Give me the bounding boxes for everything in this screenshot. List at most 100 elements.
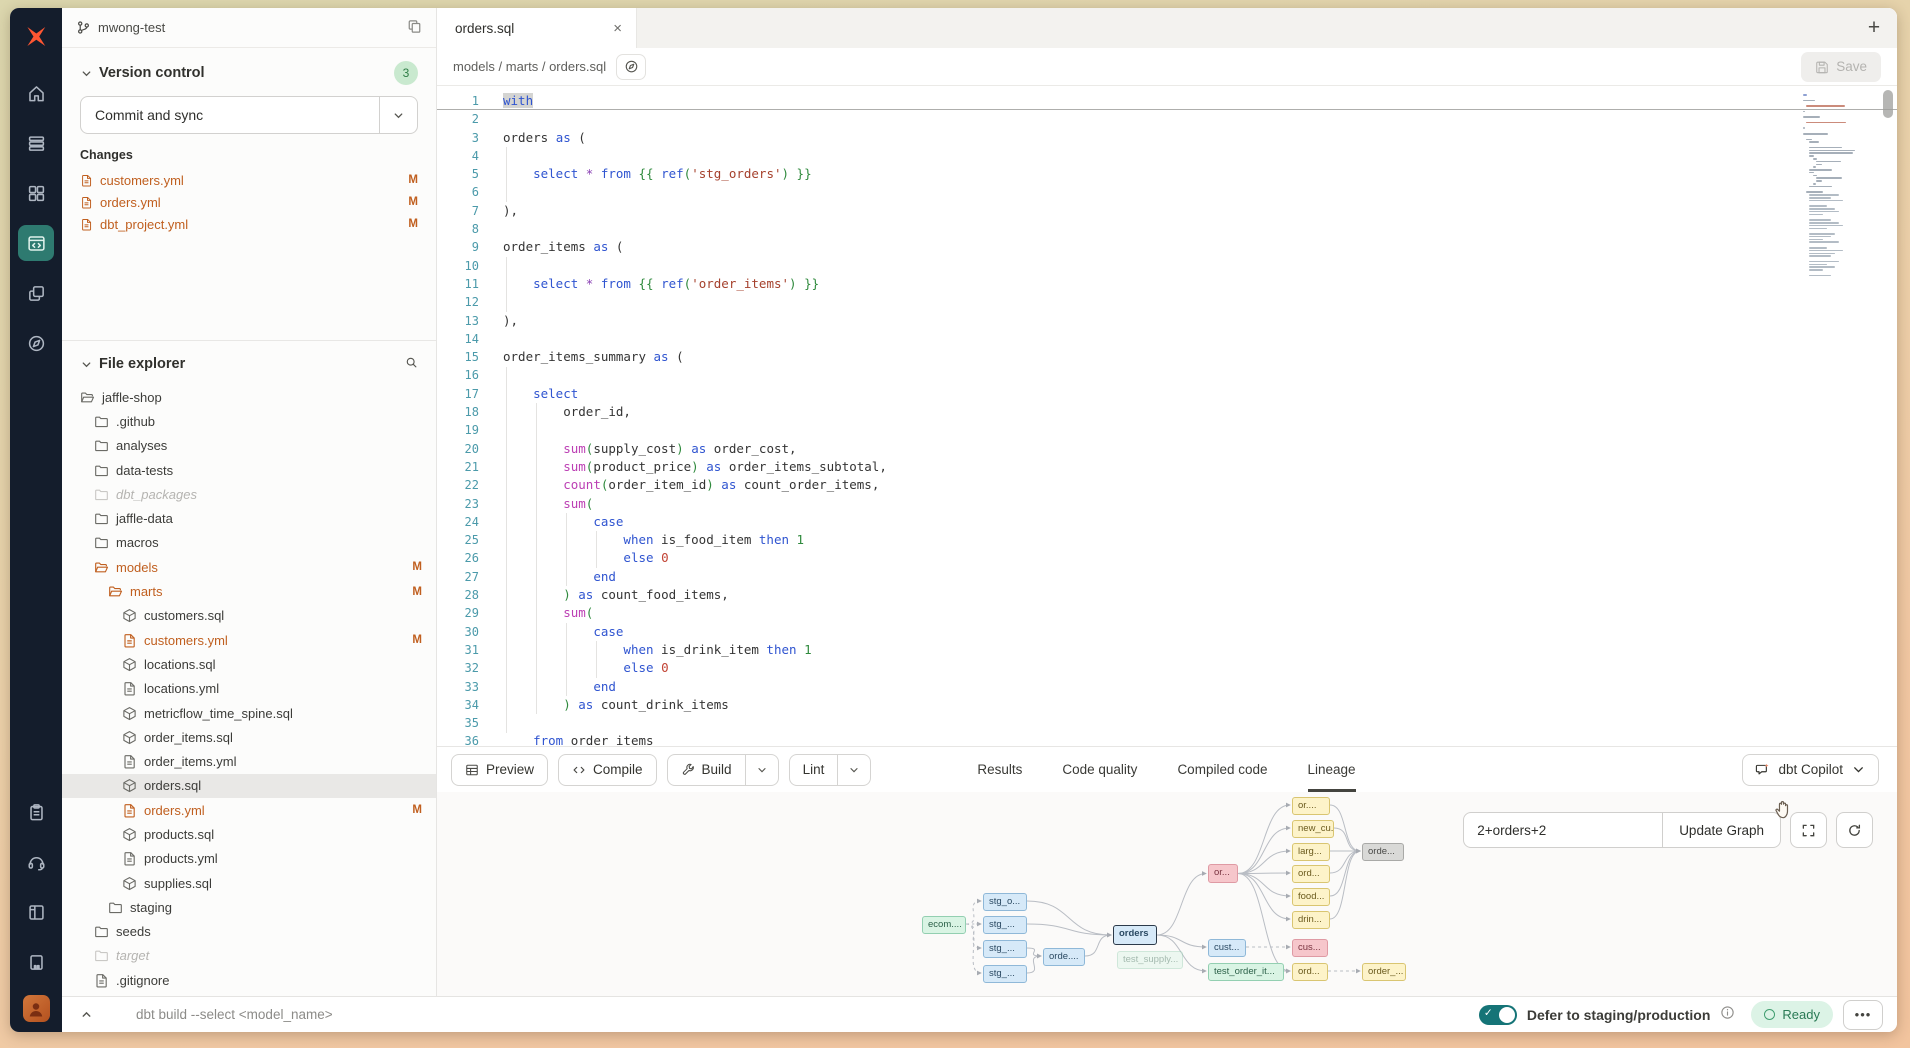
lineage-node-g_orde[interactable]: orde...: [1362, 843, 1404, 861]
tree-item-jaffle-data[interactable]: jaffle-data: [62, 506, 436, 530]
tree-item--github[interactable]: .github: [62, 409, 436, 433]
tree-item-supplies-sql[interactable]: supplies.sql: [62, 871, 436, 895]
lineage-node-y_orderr[interactable]: order_...: [1362, 963, 1406, 981]
commit-and-sync-button[interactable]: Commit and sync: [80, 96, 418, 134]
projects-grid-icon[interactable]: [18, 175, 54, 211]
changelog-kiosk-icon[interactable]: [18, 944, 54, 980]
copy-branch-icon[interactable]: [407, 19, 422, 37]
file-explorer-title: File explorer: [99, 356, 185, 372]
search-icon[interactable]: [405, 356, 418, 372]
fullscreen-button[interactable]: [1790, 812, 1827, 848]
update-graph-button[interactable]: Update Graph: [1662, 813, 1780, 847]
tree-item-analyses[interactable]: analyses: [62, 434, 436, 458]
studio-ide-icon[interactable]: [18, 225, 54, 261]
lineage-node-y_food[interactable]: food...: [1292, 888, 1330, 906]
tree-item-order-items-yml[interactable]: order_items.yml: [62, 749, 436, 773]
tree-item-locations-sql[interactable]: locations.sql: [62, 652, 436, 676]
tree-item-target[interactable]: target: [62, 944, 436, 968]
commit-options-chevron[interactable]: [379, 97, 417, 133]
build-dropdown-chevron[interactable]: [745, 755, 778, 785]
more-options-button[interactable]: •••: [1843, 1000, 1883, 1030]
tree-item-staging[interactable]: staging: [62, 895, 436, 919]
refresh-button[interactable]: [1836, 812, 1873, 848]
user-avatar[interactable]: [23, 995, 50, 1022]
defer-toggle[interactable]: ✓: [1479, 1005, 1517, 1025]
tree-item-label: locations.sql: [144, 657, 216, 672]
lineage-node-y_drin[interactable]: drin...: [1292, 911, 1330, 929]
tree-item-models[interactable]: modelsM: [62, 555, 436, 579]
info-icon[interactable]: [1720, 1005, 1735, 1025]
save-button[interactable]: Save: [1801, 52, 1881, 82]
chevron-down-icon[interactable]: [80, 358, 93, 371]
tree-item-dbt-packages[interactable]: dbt_packages: [62, 482, 436, 506]
lineage-node-stg1[interactable]: stg_o...: [983, 893, 1027, 911]
command-input[interactable]: dbt build --select <model_name>: [136, 1007, 333, 1022]
tab-results[interactable]: Results: [977, 747, 1022, 792]
code-editor[interactable]: 1with23orders as (45 select * from {{ re…: [437, 86, 1897, 746]
minimap[interactable]: [1803, 94, 1867, 278]
changed-file-row[interactable]: orders.ymlM: [80, 191, 418, 213]
line-number: 28: [437, 586, 493, 604]
minimap-line: [1809, 239, 1823, 241]
lineage-node-cust[interactable]: cust...: [1208, 939, 1246, 957]
lineage-node-y_or[interactable]: or....: [1292, 797, 1330, 815]
lineage-node-ghost[interactable]: test_supply...: [1117, 951, 1183, 969]
tree-item-customers-sql[interactable]: customers.sql: [62, 604, 436, 628]
tab-compiled-code[interactable]: Compiled code: [1177, 747, 1267, 792]
tree-item-label: customers.sql: [144, 608, 224, 623]
check-icon: ✓: [1484, 1007, 1493, 1019]
lineage-node-hub[interactable]: or...: [1208, 864, 1238, 883]
collapse-chevron-icon[interactable]: [68, 1001, 104, 1029]
tree-item-products-yml[interactable]: products.yml: [62, 847, 436, 871]
new-tab-button[interactable]: +: [1851, 8, 1897, 48]
tree-item-customers-yml[interactable]: customers.ymlM: [62, 628, 436, 652]
tree-item-macros[interactable]: macros: [62, 531, 436, 555]
lineage-node-ecom[interactable]: ecom....: [922, 916, 966, 934]
lineage-node-stg3[interactable]: stg_...: [983, 940, 1027, 958]
lint-button[interactable]: Lint: [789, 754, 872, 786]
chevron-down-icon[interactable]: [80, 67, 93, 80]
tree-item-metricflow-time-spine-sql[interactable]: metricflow_time_spine.sql: [62, 701, 436, 725]
lineage-node-stg2[interactable]: stg_...: [983, 916, 1027, 934]
tree-item-seeds[interactable]: seeds: [62, 920, 436, 944]
tree-item-data-tests[interactable]: data-tests: [62, 458, 436, 482]
home-icon[interactable]: [18, 75, 54, 111]
clipboard-icon[interactable]: [18, 794, 54, 830]
tree-item-jaffle-shop[interactable]: jaffle-shop: [62, 385, 436, 409]
lineage-node-stg4[interactable]: stg_...: [983, 965, 1027, 983]
tree-item-locations-yml[interactable]: locations.yml: [62, 677, 436, 701]
orchestration-compass-icon[interactable]: [18, 325, 54, 361]
tree-item--gitignore[interactable]: .gitignore: [62, 968, 436, 992]
lineage-node-y_new[interactable]: new_cu...: [1292, 820, 1334, 838]
dbt-copilot-button[interactable]: dbt Copilot: [1742, 754, 1879, 786]
tab-lineage[interactable]: Lineage: [1308, 747, 1356, 792]
close-tab-icon[interactable]: ×: [613, 20, 622, 37]
changed-file-row[interactable]: customers.ymlM: [80, 169, 418, 191]
changed-file-row[interactable]: dbt_project.ymlM: [80, 213, 418, 235]
lineage-node-orders[interactable]: orders: [1113, 925, 1157, 945]
tab-code-quality[interactable]: Code quality: [1062, 747, 1137, 792]
tree-item-products-sql[interactable]: products.sql: [62, 822, 436, 846]
environments-icon[interactable]: [18, 125, 54, 161]
lineage-node-t_order[interactable]: test_order_it...: [1208, 963, 1284, 981]
tree-item-orders-yml[interactable]: orders.ymlM: [62, 798, 436, 822]
docs-book-icon[interactable]: [18, 894, 54, 930]
lineage-node-cus_p[interactable]: cus...: [1292, 939, 1328, 957]
support-headset-icon[interactable]: [18, 844, 54, 880]
tab-orders-sql[interactable]: orders.sql ×: [437, 8, 637, 48]
compile-button[interactable]: Compile: [558, 754, 657, 786]
develop-windows-icon[interactable]: [18, 275, 54, 311]
tree-item-marts[interactable]: martsM: [62, 579, 436, 603]
preview-button[interactable]: Preview: [451, 754, 548, 786]
lineage-node-stg_ord[interactable]: orde....: [1043, 948, 1085, 966]
lineage-selector-input[interactable]: 2+orders+2: [1464, 813, 1662, 847]
lineage-node-y_ordb[interactable]: ord...: [1292, 963, 1328, 981]
lineage-node-y_larg[interactable]: larg...: [1292, 843, 1330, 861]
tree-item-orders-sql[interactable]: orders.sql: [62, 774, 436, 798]
lineage-node-y_ord[interactable]: ord...: [1292, 865, 1330, 883]
editor-scrollbar[interactable]: [1883, 90, 1893, 118]
lint-dropdown-chevron[interactable]: [837, 755, 870, 785]
tree-item-order-items-sql[interactable]: order_items.sql: [62, 725, 436, 749]
build-button[interactable]: Build: [667, 754, 779, 786]
copilot-chip-icon[interactable]: [616, 54, 646, 80]
